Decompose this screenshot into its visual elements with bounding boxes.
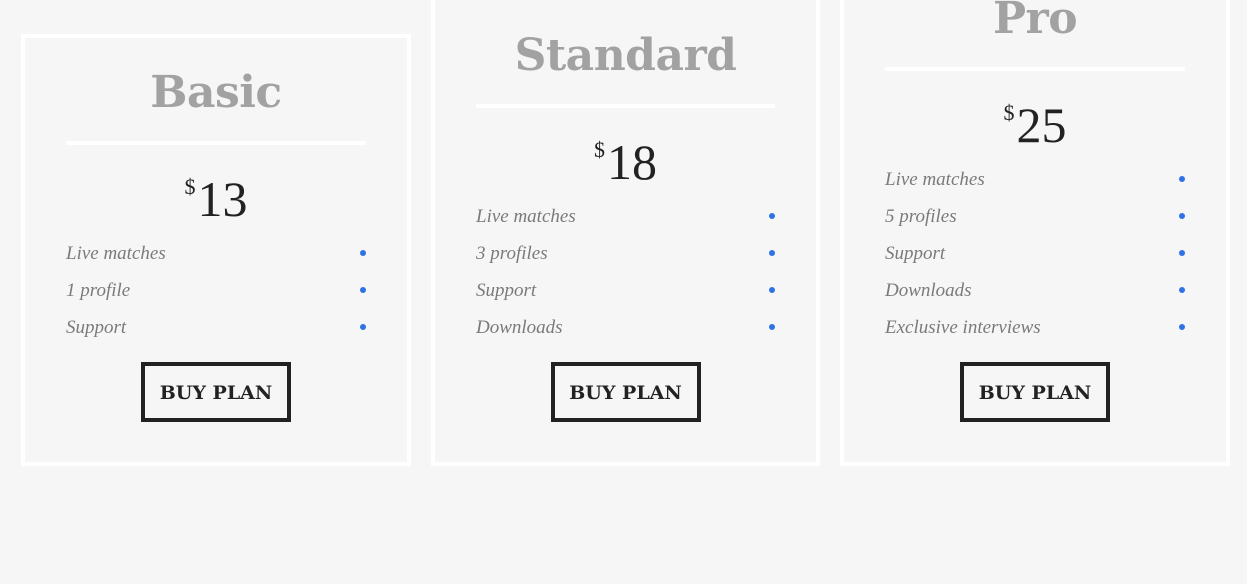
plan-card-pro: Pro $25 Live matches 5 profiles Support … xyxy=(840,0,1230,466)
feature-list: Live matches 3 profiles Support Download… xyxy=(476,198,775,346)
bullet-icon xyxy=(1179,287,1185,293)
divider xyxy=(66,141,366,145)
bullet-icon xyxy=(769,250,775,256)
feature-label: Support xyxy=(476,280,537,301)
divider xyxy=(885,67,1185,71)
feature-list: Live matches 5 profiles Support Download… xyxy=(885,161,1185,346)
feature-item: 5 profiles xyxy=(885,198,1185,235)
plan-name: Standard xyxy=(514,30,737,81)
buy-plan-button-standard[interactable]: BUY PLAN xyxy=(550,362,701,422)
bullet-icon xyxy=(769,287,775,293)
divider xyxy=(476,104,775,108)
feature-item: 1 profile xyxy=(66,272,366,309)
plan-card-standard: Standard $18 Live matches 3 profiles Sup… xyxy=(431,0,820,466)
feature-item: Live matches xyxy=(66,235,366,272)
feature-item: Downloads xyxy=(885,272,1185,309)
feature-label: 5 profiles xyxy=(885,206,957,227)
feature-label: Live matches xyxy=(476,206,576,227)
feature-item: Live matches xyxy=(885,161,1185,198)
feature-item: 3 profiles xyxy=(476,235,775,272)
price-amount: 25 xyxy=(1016,97,1067,153)
button-wrapper: BUY PLAN xyxy=(66,362,366,422)
feature-item: Exclusive interviews xyxy=(885,309,1185,346)
bullet-icon xyxy=(769,213,775,219)
price-amount: 13 xyxy=(197,171,248,227)
feature-label: Support xyxy=(885,243,946,264)
pricing-plans: Basic $13 Live matches 1 profile Support… xyxy=(0,0,1247,584)
button-wrapper: BUY PLAN xyxy=(476,362,775,422)
bullet-icon xyxy=(1179,176,1185,182)
feature-label: Live matches xyxy=(66,243,166,264)
feature-label: 1 profile xyxy=(66,280,131,301)
currency-symbol: $ xyxy=(184,174,196,199)
feature-label: Live matches xyxy=(885,169,985,190)
bullet-icon xyxy=(360,324,366,330)
plan-price: $25 xyxy=(885,85,1185,153)
feature-label: Downloads xyxy=(885,280,972,301)
currency-symbol: $ xyxy=(1003,100,1015,125)
bullet-icon xyxy=(1179,324,1185,330)
buy-plan-button-pro[interactable]: BUY PLAN xyxy=(960,362,1110,422)
plan-name: Basic xyxy=(150,67,282,118)
feature-label: Support xyxy=(66,317,127,338)
feature-item: Support xyxy=(476,272,775,309)
plan-card-content: Pro $25 Live matches 5 profiles Support … xyxy=(885,0,1185,422)
plan-card-basic: Basic $13 Live matches 1 profile Support… xyxy=(21,34,411,466)
feature-item: Downloads xyxy=(476,309,775,346)
feature-label: 3 profiles xyxy=(476,243,548,264)
plan-name: Pro xyxy=(992,0,1078,44)
plan-price: $13 xyxy=(66,159,366,227)
currency-symbol: $ xyxy=(594,137,605,162)
price-amount: 18 xyxy=(607,134,657,190)
bullet-icon xyxy=(1179,250,1185,256)
feature-label: Downloads xyxy=(476,317,563,338)
feature-item: Support xyxy=(885,235,1185,272)
bullet-icon xyxy=(360,250,366,256)
feature-item: Support xyxy=(66,309,366,346)
buy-plan-button-basic[interactable]: BUY PLAN xyxy=(141,362,291,422)
bullet-icon xyxy=(360,287,366,293)
button-wrapper: BUY PLAN xyxy=(885,362,1185,422)
plan-card-content: Standard $18 Live matches 3 profiles Sup… xyxy=(476,32,775,422)
feature-item: Live matches xyxy=(476,198,775,235)
plan-card-content: Basic $13 Live matches 1 profile Support… xyxy=(66,69,366,422)
feature-list: Live matches 1 profile Support xyxy=(66,235,366,346)
feature-label: Exclusive interviews xyxy=(885,317,1041,338)
bullet-icon xyxy=(1179,213,1185,219)
bullet-icon xyxy=(769,324,775,330)
plan-price: $18 xyxy=(476,122,775,190)
